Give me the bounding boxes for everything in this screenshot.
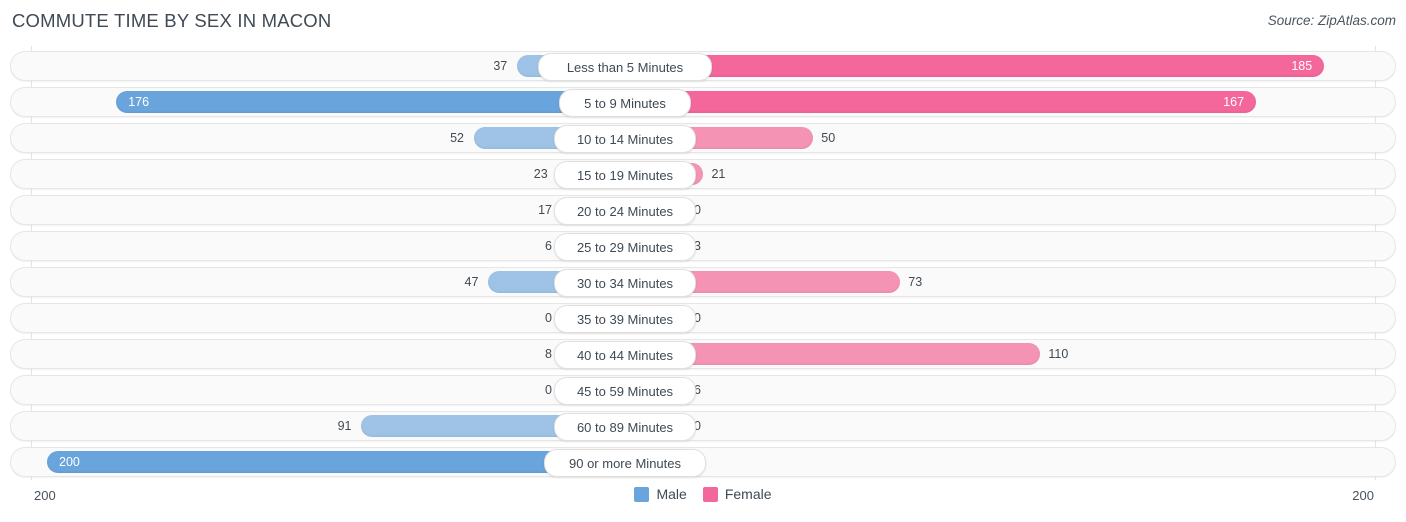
chart-row: 0 0 35 to 39 Minutes [10, 303, 1396, 333]
chart-header: COMMUTE TIME BY SEX IN MACON Source: Zip… [0, 0, 1406, 46]
bar-value-male: 0 [545, 311, 552, 325]
chart-row: 176 167 5 to 9 Minutes [10, 87, 1396, 117]
category-label: 60 to 89 Minutes [554, 413, 696, 441]
bar-value-male: 176 [128, 95, 150, 109]
category-label: 45 to 59 Minutes [554, 377, 696, 405]
chart-row: 47 73 30 to 34 Minutes [10, 267, 1396, 297]
category-label: Less than 5 Minutes [538, 53, 712, 81]
bar-value-female: 185 [1291, 59, 1313, 73]
bar-value-male: 37 [493, 59, 508, 73]
bar-value-male: 8 [545, 347, 552, 361]
bar-value-female: 110 [1048, 347, 1069, 361]
chart-container: COMMUTE TIME BY SEX IN MACON Source: Zip… [0, 0, 1406, 522]
bar-value-female: 50 [821, 131, 836, 145]
bar-value-male: 17 [538, 203, 552, 217]
category-label: 30 to 34 Minutes [554, 269, 696, 297]
category-label: 10 to 14 Minutes [554, 125, 696, 153]
bar-female[interactable]: 185 [624, 55, 1325, 77]
chart-footer: 200 200 Male Female [0, 480, 1406, 522]
plot-area: 37 185 Less than 5 Minutes 176 167 5 to 9 Min… [0, 46, 1406, 480]
category-label: 35 to 39 Minutes [554, 305, 696, 333]
legend-item-female[interactable]: Female [702, 486, 772, 502]
page-title: COMMUTE TIME BY SEX IN MACON [12, 10, 332, 31]
chart-row: 37 185 Less than 5 Minutes [10, 51, 1396, 81]
bar-value-male: 0 [545, 383, 552, 397]
square-swatch-icon [702, 486, 718, 502]
chart-row: 8 110 40 to 44 Minutes [10, 339, 1396, 369]
legend-item-male[interactable]: Male [634, 486, 687, 502]
chart-legend: Male Female [0, 486, 1406, 502]
bar-value-male: 47 [464, 275, 479, 289]
square-swatch-icon [634, 486, 650, 502]
bar-male[interactable]: 200 [47, 451, 624, 473]
chart-row: 6 3 25 to 29 Minutes [10, 231, 1396, 261]
source-attribution: Source: ZipAtlas.com [1267, 13, 1396, 28]
bar-value-female: 73 [908, 275, 923, 289]
chart-row: 17 0 20 to 24 Minutes [10, 195, 1396, 225]
chart-row: 52 50 10 to 14 Minutes [10, 123, 1396, 153]
bar-female[interactable]: 167 [624, 91, 1257, 113]
category-label: 25 to 29 Minutes [554, 233, 696, 261]
category-label: 15 to 19 Minutes [554, 161, 696, 189]
bar-value-male: 91 [337, 419, 352, 433]
bar-male[interactable]: 176 [116, 91, 624, 113]
bar-value-male: 23 [533, 167, 548, 181]
bar-value-female: 21 [711, 167, 726, 181]
bar-value-male: 52 [450, 131, 464, 145]
chart-row: 200090 or more Minutes [10, 447, 1396, 477]
legend-label-female: Female [724, 486, 772, 502]
bar-value-female: 167 [1223, 95, 1245, 109]
category-label: 90 or more Minutes [544, 449, 706, 477]
category-label: 5 to 9 Minutes [559, 89, 691, 117]
legend-label-male: Male [656, 486, 687, 502]
category-label: 40 to 44 Minutes [554, 341, 696, 369]
chart-row: 91 0 60 to 89 Minutes [10, 411, 1396, 441]
chart-row: 0 6 45 to 59 Minutes [10, 375, 1396, 405]
chart-row: 23 21 15 to 19 Minutes [10, 159, 1396, 189]
category-label: 20 to 24 Minutes [554, 197, 696, 225]
bar-value-male: 200 [59, 455, 80, 469]
bar-value-male: 6 [545, 239, 552, 253]
